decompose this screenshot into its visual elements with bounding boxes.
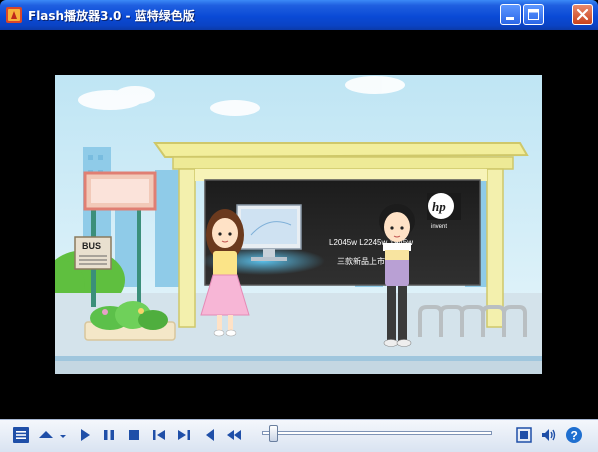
previous-icon[interactable] xyxy=(150,426,168,444)
close-button[interactable] xyxy=(572,4,593,25)
hp-tagline: invent xyxy=(431,224,447,230)
road xyxy=(55,361,542,374)
minimize-button[interactable] xyxy=(500,4,521,25)
maximize-button[interactable] xyxy=(523,4,544,25)
close-icon xyxy=(576,8,589,21)
pause-icon[interactable] xyxy=(100,426,118,444)
bus-sign-text: BUS xyxy=(82,241,101,251)
seek-thumb[interactable] xyxy=(268,425,278,442)
minimize-icon xyxy=(506,17,514,20)
maximize-icon xyxy=(528,9,539,20)
flash-video-area[interactable]: BUS L2045w L2245w 1945w 三款新品上市 hp invent xyxy=(55,75,542,374)
billboard-slogan: 三款新品上市 xyxy=(337,256,385,266)
curb xyxy=(55,356,542,361)
app-icon[interactable] xyxy=(6,7,22,23)
title-bar[interactable]: Flash播放器3.0 - 蓝特绿色版 xyxy=(0,0,598,30)
help-icon[interactable]: ? xyxy=(565,426,583,444)
play-icon[interactable] xyxy=(76,426,94,444)
next-icon[interactable] xyxy=(175,426,193,444)
hp-logo-text: hp xyxy=(432,199,446,214)
stop-icon[interactable] xyxy=(125,426,143,444)
svg-text:?: ? xyxy=(571,429,578,443)
step-back-icon[interactable] xyxy=(201,426,219,444)
menu-arrow-icon[interactable] xyxy=(58,426,68,444)
volume-icon[interactable] xyxy=(540,426,558,444)
eject-icon[interactable] xyxy=(37,426,55,444)
fullscreen-icon[interactable] xyxy=(515,426,533,444)
player-window: Flash播放器3.0 - 蓝特绿色版 BUS L2045w L2245w 19… xyxy=(0,0,598,452)
window-title: Flash播放器3.0 - 蓝特绿色版 xyxy=(28,9,195,23)
seek-bar[interactable] xyxy=(262,431,492,435)
flash-scene: BUS L2045w L2245w 1945w 三款新品上市 hp invent xyxy=(55,75,542,374)
playlist-icon[interactable] xyxy=(12,426,30,444)
rewind-icon[interactable] xyxy=(225,426,243,444)
control-bar: ? xyxy=(0,419,598,452)
